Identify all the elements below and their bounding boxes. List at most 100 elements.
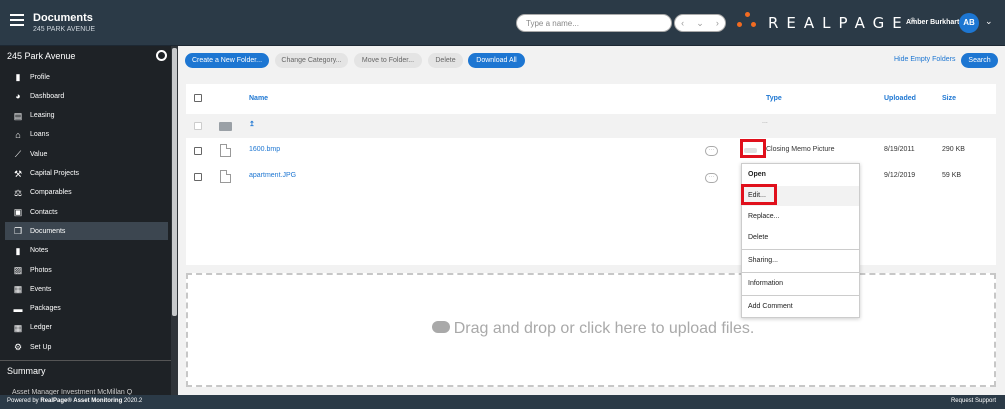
row-checkbox[interactable] <box>194 173 202 181</box>
file-icon <box>220 144 231 157</box>
sidebar-scrollbar-thumb[interactable] <box>172 48 177 316</box>
highlight-box-edit <box>741 184 777 205</box>
compass-icon[interactable] <box>156 50 167 61</box>
sidebar-item-leasing[interactable]: ▤ Leasing <box>5 107 168 125</box>
photos-icon: ▨ <box>13 265 23 275</box>
sidebar-item-label: Set Up <box>30 343 52 351</box>
download-all-button[interactable]: Download All <box>468 53 525 68</box>
column-header-type[interactable]: Type <box>766 95 782 102</box>
file-size: 290 KB <box>942 146 965 153</box>
menu-item-add-comment[interactable]: Add Comment <box>742 297 859 317</box>
sidebar-item-packages[interactable]: ▬ Packages <box>5 300 168 318</box>
top-bar: Documents 245 PARK AVENUE Type a name...… <box>0 0 1005 46</box>
sidebar-item-photos[interactable]: ▨ Photos <box>5 261 168 279</box>
parent-folder-row[interactable]: ↥ ... <box>186 114 996 138</box>
powered-by-text: Powered by RealPage® Asset Monitoring 20… <box>7 398 143 404</box>
column-header-size[interactable]: Size <box>942 95 956 102</box>
create-folder-button[interactable]: Create a New Folder... <box>185 53 269 68</box>
user-menu-chevron-icon[interactable]: ⌄ <box>985 16 993 27</box>
comment-icon[interactable]: ··· <box>705 146 718 156</box>
sidebar-item-capital-projects[interactable]: ⚒ Capital Projects <box>5 165 168 183</box>
sidebar-item-label: Notes <box>30 247 49 255</box>
sidebar-item-label: Loans <box>30 131 50 139</box>
parent-row-dots: ... <box>762 118 768 125</box>
move-to-folder-button[interactable]: Move to Folder... <box>354 53 422 68</box>
sidebar-item-ledger[interactable]: ▦ Ledger <box>5 319 168 337</box>
hide-empty-folders-link[interactable]: Hide Empty Folders <box>894 56 955 63</box>
sidebar-item-label: Value <box>30 150 48 158</box>
sidebar: 245 Park Avenue ▮ Profile ◕ Dashboard ▤ Leasi… <box>0 46 178 396</box>
upload-instructions: Drag and drop or click here to upload fi… <box>188 320 998 338</box>
sidebar-item-notes[interactable]: ▮ Notes <box>5 242 168 260</box>
sidebar-item-label: Dashboard <box>30 92 65 100</box>
property-subtitle: 245 PARK AVENUE <box>33 26 95 33</box>
page-title: Documents <box>33 12 93 24</box>
gear-icon: ⚙ <box>13 342 23 353</box>
request-support-link[interactable]: Request Support <box>951 398 996 404</box>
user-name: Amber Burkhart <box>906 19 960 26</box>
menu-item-information[interactable]: Information <box>742 274 859 294</box>
menu-divider <box>742 272 859 273</box>
sidebar-scrollbar[interactable] <box>171 46 178 395</box>
sidebar-item-loans[interactable]: ⌂ Loans <box>5 126 168 144</box>
dashboard-icon: ◕ <box>15 91 21 102</box>
chevron-right-icon[interactable]: › <box>716 18 719 28</box>
sidebar-item-documents[interactable]: ❐ Documents <box>5 222 168 241</box>
avatar[interactable]: AB <box>959 13 979 33</box>
file-uploaded-date: 9/12/2019 <box>884 172 916 179</box>
sidebar-item-events[interactable]: ▦ Events <box>5 280 168 298</box>
loans-icon: ⌂ <box>15 129 21 140</box>
sidebar-item-contacts[interactable]: ▣ Contacts <box>5 203 168 221</box>
footer: Powered by RealPage® Asset Monitoring 20… <box>0 395 1005 409</box>
table-row: 1600.bmp ··· Closing Memo Picture 8/19/2… <box>186 138 996 162</box>
search-button[interactable]: Search <box>961 53 998 68</box>
row-checkbox[interactable] <box>194 147 202 155</box>
menu-item-open[interactable]: Open <box>742 165 859 185</box>
sidebar-item-label: Contacts <box>30 208 58 216</box>
menu-divider <box>742 249 859 250</box>
change-category-button[interactable]: Change Category... <box>275 53 348 68</box>
table-row: apartment.JPG ··· 9/12/2019 59 KB <box>186 164 996 188</box>
menu-item-delete[interactable]: Delete <box>742 228 859 248</box>
file-name-link[interactable]: apartment.JPG <box>249 172 296 179</box>
leasing-icon: ▤ <box>13 110 23 121</box>
notes-icon: ▮ <box>15 245 21 256</box>
realpage-logo-icon <box>737 12 759 32</box>
packages-icon: ▬ <box>13 303 23 314</box>
sidebar-item-comparables[interactable]: ⚖ Comparables <box>5 184 168 202</box>
column-header-uploaded[interactable]: Uploaded <box>884 95 916 102</box>
upload-dropzone[interactable]: Drag and drop or click here to upload fi… <box>186 273 996 387</box>
documents-toolbar: Create a New Folder... Change Category..… <box>178 46 1005 74</box>
comment-icon[interactable]: ··· <box>705 173 718 183</box>
calendar-icon: ▦ <box>13 284 23 295</box>
property-search-input[interactable]: Type a name... <box>516 14 672 32</box>
menu-divider <box>742 295 859 296</box>
menu-item-replace[interactable]: Replace... <box>742 207 859 227</box>
sidebar-item-dashboard[interactable]: ◕ Dashboard <box>5 87 168 105</box>
file-name-link[interactable]: 1600.bmp <box>249 146 280 153</box>
sidebar-item-label: Profile <box>30 73 50 81</box>
delete-button[interactable]: Delete <box>428 53 463 68</box>
folder-open-icon <box>219 122 232 131</box>
row-checkbox <box>194 122 202 130</box>
contacts-icon: ▣ <box>13 207 23 218</box>
sidebar-divider <box>0 360 171 361</box>
chevron-down-icon[interactable]: ⌄ <box>696 18 704 29</box>
chevron-left-icon[interactable]: ‹ <box>681 18 684 28</box>
hammer-icon: ⚒ <box>13 168 23 179</box>
sidebar-item-set-up[interactable]: ⚙ Set Up <box>5 338 168 356</box>
parent-folder-link[interactable]: ↥ <box>249 120 255 128</box>
sidebar-item-profile[interactable]: ▮ Profile <box>5 68 168 86</box>
menu-item-sharing[interactable]: Sharing... <box>742 251 859 271</box>
hamburger-menu-icon[interactable] <box>10 14 24 28</box>
file-type: Closing Memo Picture <box>766 146 835 153</box>
sidebar-item-value[interactable]: ⟋ Value <box>5 145 168 163</box>
select-all-checkbox[interactable] <box>194 94 202 102</box>
highlight-box-actions <box>740 139 766 158</box>
sidebar-item-label: Documents <box>30 227 66 235</box>
documents-icon: ❐ <box>13 226 23 237</box>
file-uploaded-date: 8/19/2011 <box>884 146 915 153</box>
file-table: Name Type Uploaded Size ↥ ... 1600.bmp ·… <box>186 84 996 265</box>
value-icon: ⟋ <box>14 149 22 160</box>
column-header-name[interactable]: Name <box>249 95 268 102</box>
